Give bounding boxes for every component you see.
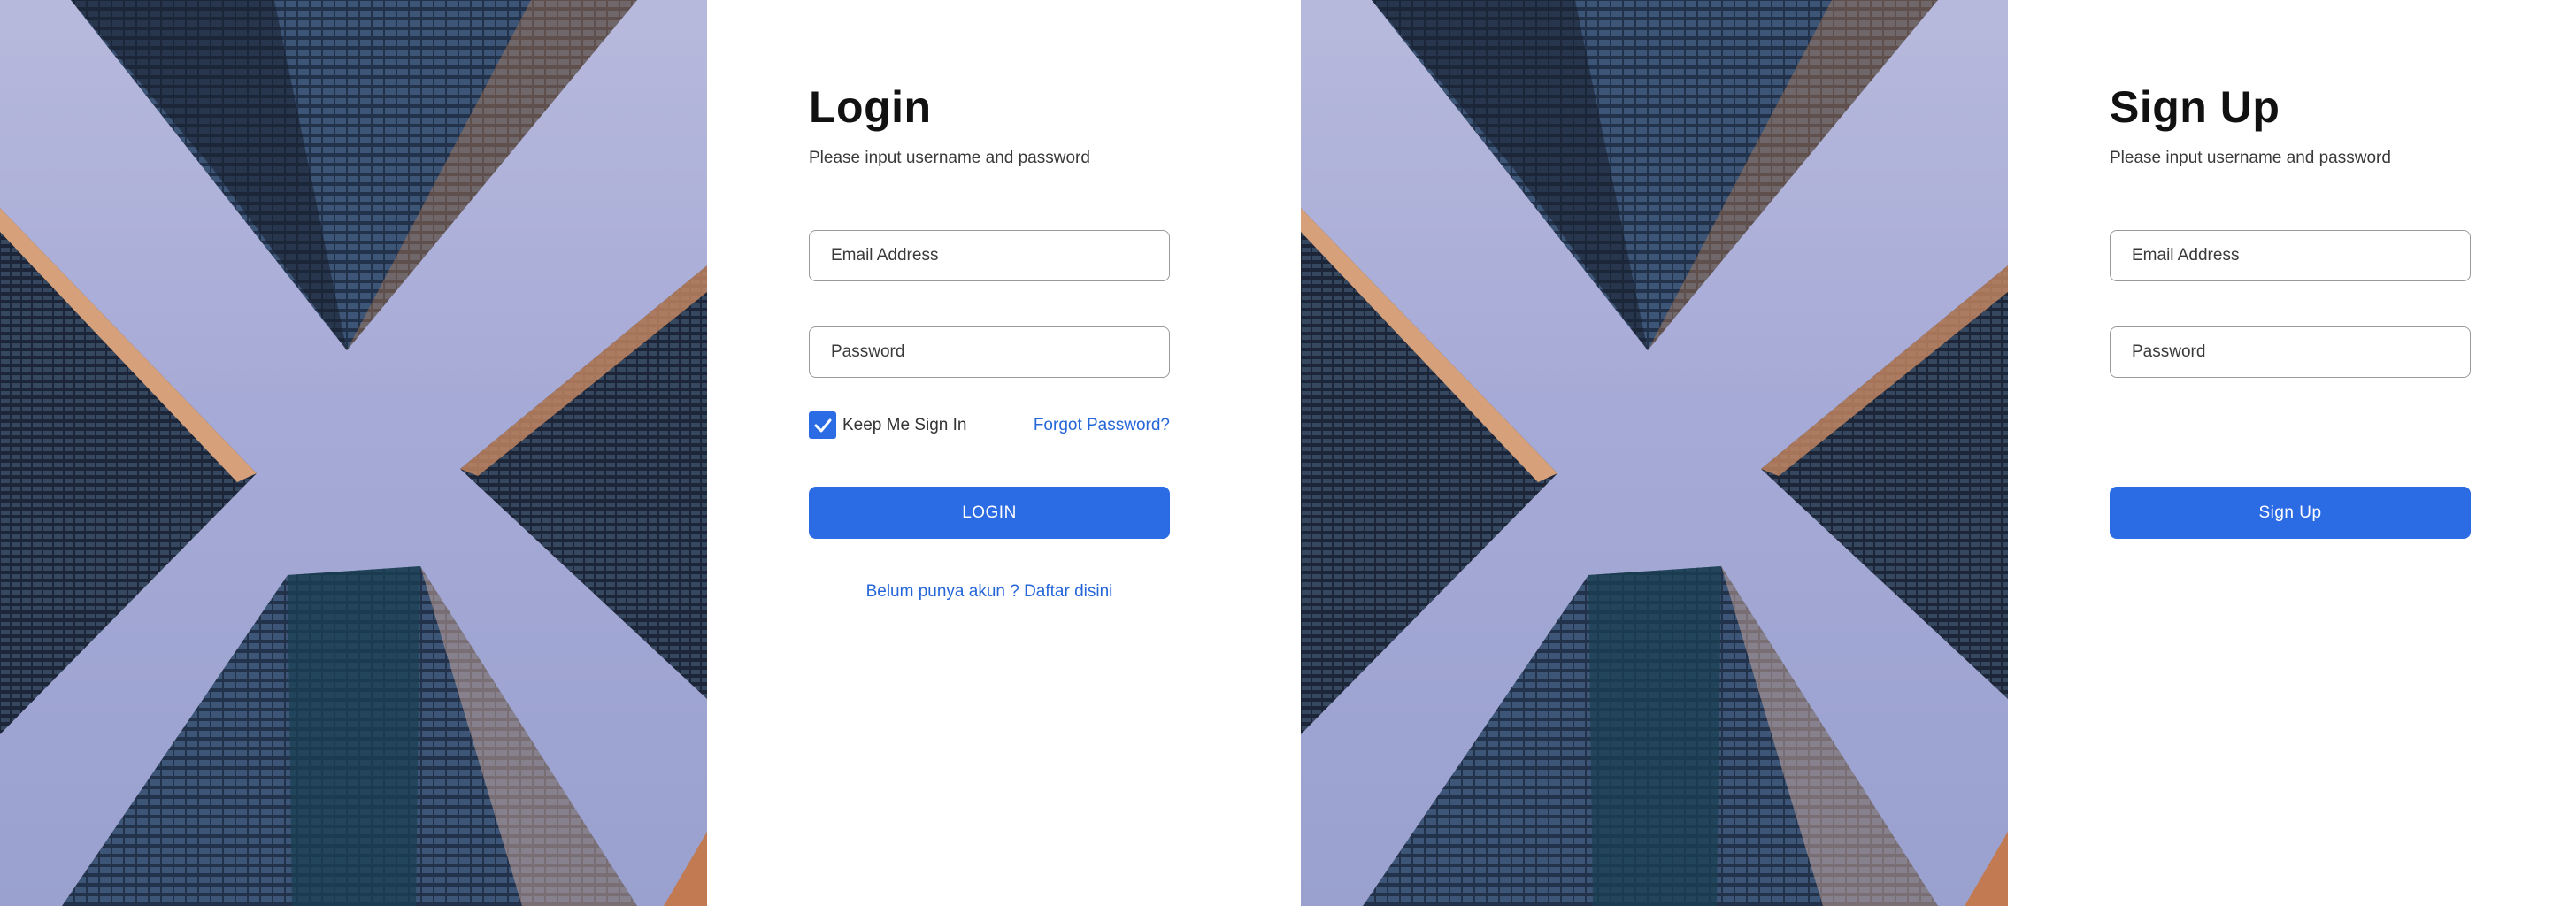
- login-screen: Login Please input username and password…: [0, 0, 1288, 906]
- skyscrapers-illustration: [0, 0, 707, 906]
- checkmark-icon: [814, 418, 831, 432]
- login-button[interactable]: LOGIN: [809, 487, 1170, 539]
- forgot-password-link[interactable]: Forgot Password?: [1034, 416, 1170, 435]
- signup-screen: Sign Up Please input username and passwo…: [1301, 0, 2576, 906]
- register-link[interactable]: Belum punya akun ? Daftar disini: [809, 582, 1170, 602]
- keep-signed-in-label[interactable]: Keep Me Sign In: [842, 416, 966, 435]
- password-field[interactable]: [2110, 326, 2471, 378]
- skyscrapers-illustration: [1301, 0, 2008, 906]
- password-field[interactable]: [809, 326, 1170, 378]
- page-subtitle: Please input username and password: [2110, 149, 2391, 167]
- page-title: Login: [809, 82, 932, 132]
- keep-signed-in-row: Keep Me Sign In: [809, 411, 966, 439]
- skyscrapers-image: [1301, 0, 2008, 906]
- email-field[interactable]: [2110, 230, 2471, 281]
- page-title: Sign Up: [2110, 82, 2280, 132]
- page-subtitle: Please input username and password: [809, 149, 1090, 167]
- keep-signed-in-checkbox[interactable]: [809, 411, 836, 439]
- skyscrapers-image: [0, 0, 707, 906]
- sign-up-button[interactable]: Sign Up: [2110, 487, 2471, 539]
- signup-panel: Sign Up Please input username and passwo…: [2008, 0, 2576, 906]
- email-field[interactable]: [809, 230, 1170, 281]
- login-panel: Login Please input username and password…: [707, 0, 1288, 906]
